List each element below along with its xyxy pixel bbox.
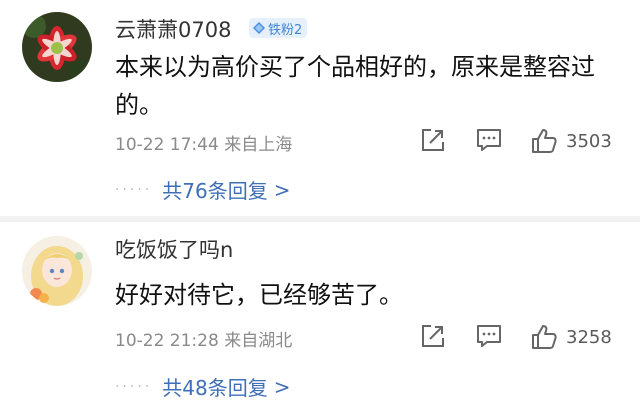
avatar[interactable] bbox=[22, 12, 92, 82]
avatar[interactable] bbox=[22, 236, 92, 306]
username[interactable]: 云萧萧0708 bbox=[115, 14, 231, 44]
flower-avatar-icon bbox=[22, 12, 92, 82]
reply-count: 共76条回复 bbox=[162, 179, 268, 203]
view-replies-link[interactable]: ····· 共48条回复 > bbox=[115, 372, 290, 401]
comment-item: 吃饭饭了吗n 好好对待它，已经够苦了。 10-22 21:28 来自湖北 325… bbox=[0, 222, 640, 403]
share-icon bbox=[422, 325, 444, 347]
thumbs-up-icon bbox=[532, 325, 557, 349]
view-replies-link[interactable]: ····· 共76条回复 > bbox=[115, 175, 290, 204]
comment-button[interactable] bbox=[475, 127, 503, 153]
chevron-right-icon: > bbox=[273, 374, 291, 399]
badge-label: 铁粉2 bbox=[268, 22, 303, 38]
comment-icon bbox=[477, 325, 501, 347]
comment-button[interactable] bbox=[475, 323, 503, 349]
share-icon bbox=[422, 129, 444, 151]
like-button[interactable]: 3258 bbox=[530, 323, 612, 351]
comment-meta: 10-22 21:28 来自湖北 bbox=[115, 331, 293, 351]
thumbs-up-icon bbox=[532, 129, 557, 153]
chevron-right-icon: > bbox=[273, 177, 291, 202]
username[interactable]: 吃饭饭了吗n bbox=[115, 234, 233, 264]
comment-text: 本来以为高价买了个品相好的，原来是整容过的。 bbox=[115, 53, 595, 119]
fan-badge[interactable]: 铁粉2 bbox=[249, 18, 308, 38]
diamond-icon bbox=[253, 22, 265, 34]
comment-meta: 10-22 17:44 来自上海 bbox=[115, 135, 293, 155]
share-button[interactable] bbox=[420, 127, 446, 153]
comment-text: 好好对待它，已经够苦了。 bbox=[115, 281, 403, 309]
comment-item: 云萧萧0708 铁粉2 本来以为高价买了个品相好的，原来是整容过的。 10-22… bbox=[0, 0, 640, 215]
reply-dots: ····· bbox=[115, 378, 153, 395]
like-count: 3258 bbox=[566, 326, 612, 348]
like-count: 3503 bbox=[566, 130, 612, 152]
comment-icon bbox=[477, 129, 501, 151]
reply-count: 共48条回复 bbox=[162, 376, 268, 400]
like-button[interactable]: 3503 bbox=[530, 127, 612, 155]
reply-dots: ····· bbox=[115, 181, 153, 198]
anime-girl-avatar-icon bbox=[22, 236, 92, 306]
share-button[interactable] bbox=[420, 323, 446, 349]
